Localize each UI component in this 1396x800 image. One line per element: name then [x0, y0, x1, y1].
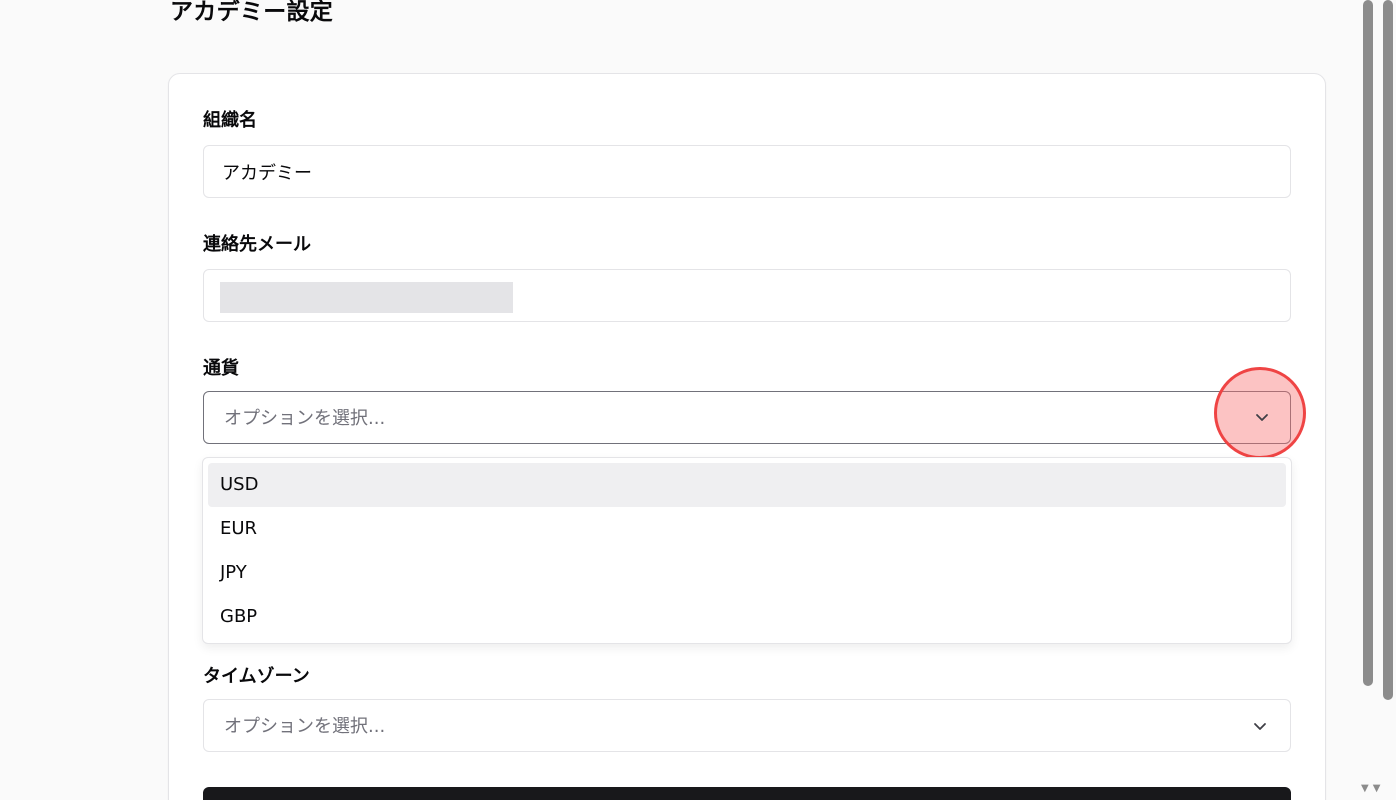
org-name-input[interactable]: [204, 146, 1290, 197]
click-marker[interactable]: [1214, 367, 1306, 459]
settings-page: アカデミー設定 組織名 連絡先メール 通貨 オプションを選択... タイムゾーン…: [0, 0, 1396, 800]
timezone-select[interactable]: オプションを選択...: [203, 699, 1291, 752]
currency-option-usd[interactable]: USD: [208, 463, 1286, 507]
chevron-down-icon: [1256, 414, 1268, 421]
contact-email-label: 連絡先メール: [203, 234, 311, 255]
chevron-down-icon: [1254, 723, 1266, 730]
currency-select[interactable]: オプションを選択...: [203, 391, 1291, 444]
page-title: アカデミー設定: [170, 0, 334, 25]
scrollbar-thumb[interactable]: [1363, 0, 1373, 686]
timezone-placeholder: オプションを選択...: [224, 716, 386, 737]
timezone-label: タイムゾーン: [203, 666, 310, 687]
currency-label: 通貨: [203, 358, 239, 379]
currency-option-eur[interactable]: EUR: [208, 507, 1286, 551]
org-name-label: 組織名: [203, 110, 257, 131]
settings-card: 組織名 連絡先メール 通貨 オプションを選択... タイムゾーン オプションを選…: [168, 73, 1326, 800]
currency-option-jpy[interactable]: JPY: [208, 551, 1286, 595]
currency-placeholder: オプションを選択...: [224, 408, 386, 429]
scrollbar-thumb-outer[interactable]: [1383, 0, 1393, 700]
redacted-value: [220, 282, 513, 313]
submit-button[interactable]: [203, 787, 1291, 800]
org-name-field[interactable]: [203, 145, 1291, 198]
currency-dropdown: USD EUR JPY GBP: [202, 457, 1292, 644]
currency-option-gbp[interactable]: GBP: [208, 595, 1286, 639]
scroll-down-icon[interactable]: ▼▼: [1361, 783, 1384, 794]
contact-email-field[interactable]: [203, 269, 1291, 322]
